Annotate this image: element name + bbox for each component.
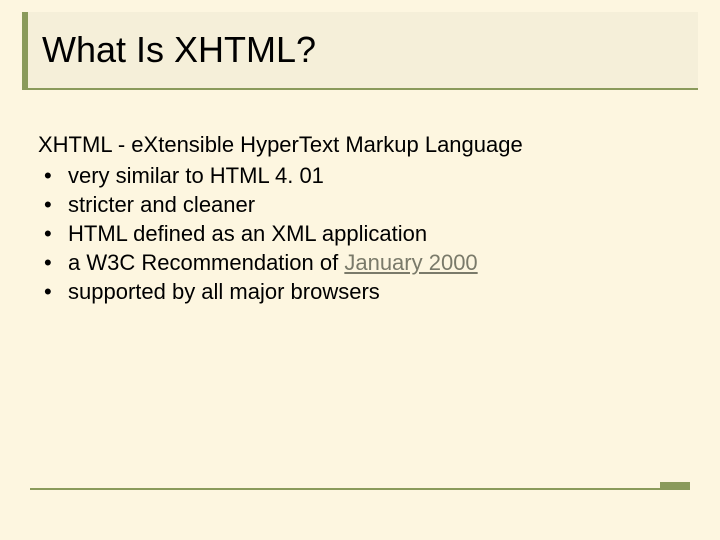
intro-text: arkup <box>364 132 425 157</box>
intro-text: XHTML - e <box>38 132 144 157</box>
slide: What Is XHTML? XHTML - eXtensible HyperT… <box>0 0 720 540</box>
list-item: a W3C Recommendation of January 2000 <box>38 248 682 277</box>
bullet-text: a W3C Recommendation of <box>68 250 344 275</box>
footer-rule <box>30 488 690 490</box>
intro-text: yper <box>256 132 299 157</box>
slide-body: XHTML - eXtensible HyperText Markup Lang… <box>38 130 682 306</box>
slide-title: What Is XHTML? <box>42 29 316 71</box>
intro-m: M <box>345 132 363 157</box>
list-item: HTML defined as an XML application <box>38 219 682 248</box>
intro-text: anguage <box>437 132 523 157</box>
bullet-text: HTML defined as an XML application <box>68 221 427 246</box>
bullet-text: stricter and cleaner <box>68 192 255 217</box>
date-link[interactable]: January 2000 <box>344 250 477 275</box>
list-item: very similar to HTML 4. 01 <box>38 161 682 190</box>
list-item: stricter and cleaner <box>38 190 682 219</box>
intro-l: L <box>425 132 437 157</box>
intro-t: T <box>299 132 310 157</box>
footer-accent <box>660 482 690 488</box>
bullet-text: very similar to HTML 4. 01 <box>68 163 324 188</box>
intro-h: H <box>240 132 256 157</box>
intro-text: tensible <box>158 132 240 157</box>
bullet-list: very similar to HTML 4. 01 stricter and … <box>38 161 682 306</box>
list-item: supported by all major browsers <box>38 277 682 306</box>
title-block: What Is XHTML? <box>22 12 698 90</box>
bullet-text: supported by all major browsers <box>68 279 380 304</box>
intro-x: X <box>144 132 159 157</box>
intro-line: XHTML - eXtensible HyperText Markup Lang… <box>38 130 682 159</box>
intro-text: ext <box>310 132 345 157</box>
